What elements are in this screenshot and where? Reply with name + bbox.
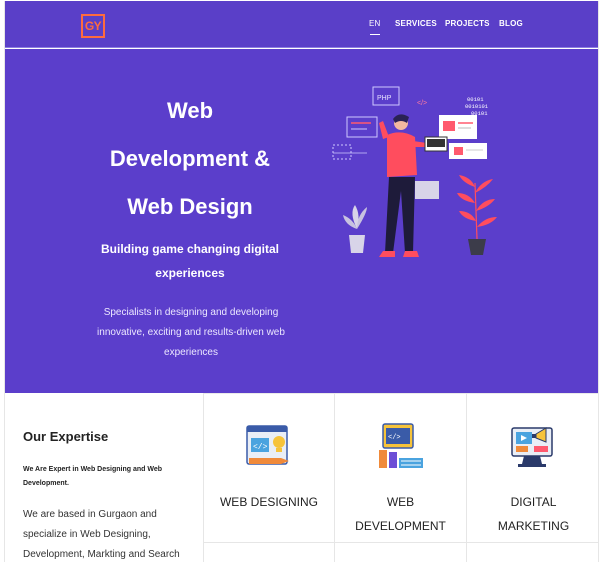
expertise-tagline: We Are Expert in Web Designing and Web D…: [23, 463, 193, 491]
web-development-icon: </>: [379, 423, 423, 468]
hero-subtitle-line: experiences: [155, 266, 225, 280]
window-icon: [346, 116, 378, 138]
top-navbar: GY EN SERVICES PROJECTS BLOG: [5, 1, 598, 48]
logo[interactable]: GY: [81, 14, 105, 38]
service-card-web-development[interactable]: </> WEB DEVELOPMENT: [334, 393, 466, 562]
nav-link-services[interactable]: SERVICES: [395, 19, 437, 28]
digital-marketing-icon: [511, 427, 553, 467]
expertise-text: We are based in Gurgaon and specialize i…: [23, 505, 198, 562]
service-card-digital-marketing[interactable]: DIGITAL MARKETING: [466, 393, 598, 562]
service-label-line: WEB DESIGNING: [219, 495, 318, 509]
divider: [204, 542, 334, 543]
expertise-text-line: Development, Markting and Search: [23, 549, 180, 560]
service-label: WEB DEVELOPMENT: [335, 490, 466, 538]
person-pants: [385, 177, 415, 253]
nav-link-blog[interactable]: BLOG: [499, 19, 523, 28]
plant-right-icon: [457, 175, 497, 255]
svg-text:</>: </>: [388, 434, 401, 442]
binary-line: 0010101: [465, 103, 489, 110]
developer-illustration: PHP </> 00101 0010101 00101: [332, 86, 497, 257]
svg-text:</>: </>: [253, 443, 268, 452]
hero-description: Specialists in designing and developing …: [87, 303, 295, 363]
service-label-line: MARKETING: [497, 519, 570, 533]
expertise-tagline-line: We Are Expert in Web Designing and Web: [23, 466, 162, 473]
web-design-icon: </>: [246, 425, 289, 465]
hero-subtitle: Building game changing digital experienc…: [85, 237, 295, 285]
expertise-tagline-line: Development.: [23, 480, 69, 487]
language-selector[interactable]: EN: [369, 19, 381, 28]
hero-description-line: innovative, exciting and results-driven …: [97, 327, 285, 338]
nav-link-projects[interactable]: PROJECTS: [445, 19, 490, 28]
hero-title: Web Development & Web Design: [75, 87, 305, 231]
code-window-icon: [415, 181, 439, 199]
hero-title-line: Web: [166, 98, 214, 123]
php-label: PHP: [377, 95, 392, 102]
hero-title-line: Development &: [109, 146, 271, 171]
expertise-section: Our Expertise We Are Expert in Web Desig…: [5, 393, 203, 562]
divider: [335, 542, 466, 543]
binary-line: 00101: [467, 96, 484, 103]
code-tag-label: </>: [417, 100, 427, 107]
hero-title-line: Web Design: [127, 194, 253, 219]
dashed-window-icon: [332, 144, 352, 160]
service-label-line: DIGITAL: [510, 495, 557, 509]
service-label-line: WEB: [386, 495, 415, 509]
service-label: WEB DESIGNING: [204, 490, 334, 514]
expertise-title: Our Expertise: [23, 429, 109, 444]
person-shirt: [387, 132, 417, 177]
expertise-text-line: specialize in Web Designing,: [23, 529, 151, 540]
active-underline: [370, 34, 380, 35]
divider: [467, 542, 598, 543]
hero-description-line: experiences: [164, 347, 218, 358]
hero-subtitle-line: Building game changing digital: [100, 242, 279, 256]
page: GY EN SERVICES PROJECTS BLOG Web Develop…: [4, 1, 599, 562]
service-label: DIGITAL MARKETING: [467, 490, 598, 538]
expertise-text-line: We are based in Gurgaon and: [23, 509, 157, 520]
service-label-line: DEVELOPMENT: [355, 519, 446, 533]
service-card-web-designing[interactable]: </> WEB DESIGNING: [203, 393, 334, 562]
hero-description-line: Specialists in designing and developing: [103, 307, 279, 318]
